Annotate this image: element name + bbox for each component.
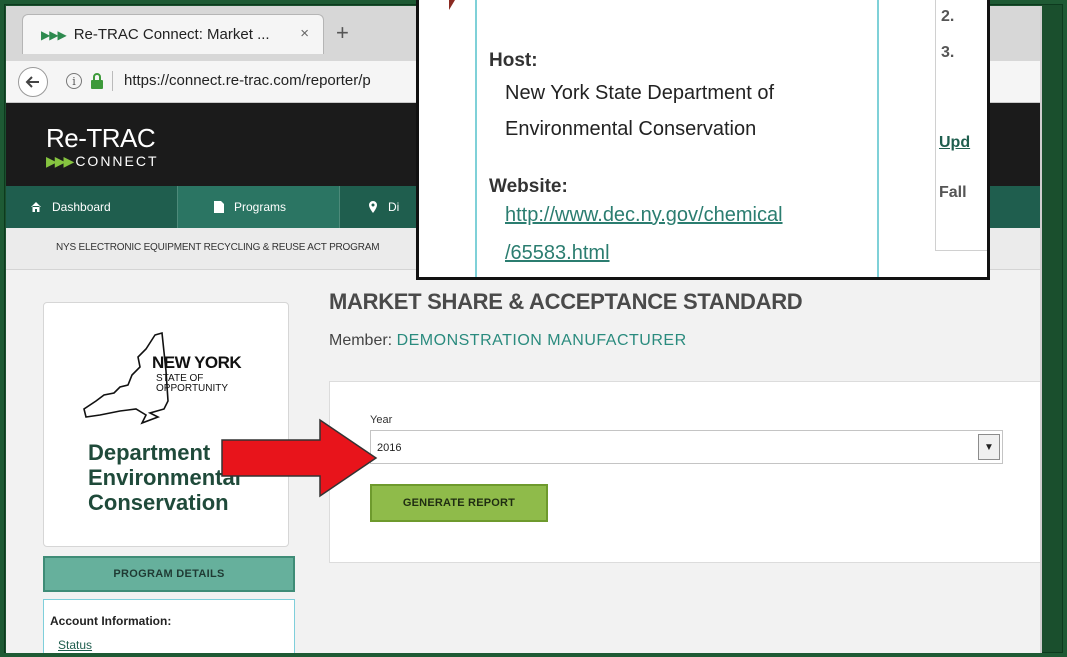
arrow-left-icon [25, 76, 39, 88]
tab-title: Re-TRAC Connect: Market ... [73, 26, 270, 43]
home-icon [31, 202, 41, 212]
logo-sub-text: CONNECT [75, 153, 159, 169]
retrac-favicon-icon: ▶▶▶ [41, 27, 67, 42]
lock-icon [91, 73, 103, 89]
generate-report-button[interactable]: GENERATE REPORT [370, 484, 548, 522]
close-tab-icon[interactable]: × [300, 25, 309, 42]
account-info-card: Account Information: Status [43, 599, 295, 653]
info-icon[interactable]: i [66, 73, 82, 89]
url-input[interactable]: https://connect.re-trac.com/reporter/p [124, 72, 371, 89]
nav-programs-label: Programs [234, 200, 287, 214]
nav-programs[interactable]: Programs [178, 186, 340, 228]
member-value: DEMONSTRATION MANUFACTURER [396, 332, 687, 349]
member-line: Member: DEMONSTRATION MANUFACTURER [329, 332, 687, 350]
host-label: Host: [489, 50, 538, 71]
list-number-3: 3. [941, 44, 955, 61]
website-link-line-1[interactable]: http://www.dec.ny.gov/chemical [505, 204, 783, 227]
program-details-button[interactable]: PROGRAM DETAILS [43, 556, 295, 592]
status-link[interactable]: Status [58, 638, 92, 652]
host-value-line-1: New York State Department of [505, 82, 775, 104]
year-select[interactable]: 2016 ▼ [370, 430, 1003, 464]
page-title: MARKET SHARE & ACCEPTANCE STANDARD [329, 289, 803, 314]
url-separator [112, 71, 113, 91]
updates-link[interactable]: Upd [939, 134, 970, 152]
report-form-card: Year 2016 ▼ GENERATE REPORT [329, 381, 1040, 563]
document-icon [214, 201, 224, 213]
zoom-callout: Host: New York State Department of Envir… [416, 0, 990, 280]
website-link-line-2[interactable]: /65583.html [505, 242, 610, 265]
red-arrow-annotation-icon [221, 418, 378, 498]
website-label: Website: [489, 176, 568, 197]
callout-pointer-icon [449, 0, 455, 10]
location-pin-icon [369, 201, 377, 213]
list-number-2: 2. [941, 8, 955, 25]
callout-right-panel [935, 0, 987, 251]
state-tagline-2: OPPORTUNITY [156, 383, 229, 394]
member-label: Member: [329, 332, 393, 349]
state-name: NEW YORK [152, 353, 242, 372]
new-tab-icon[interactable]: + [336, 20, 349, 46]
site-logo-sub: ▶▶▶ CONNECT [46, 153, 159, 170]
site-logo[interactable]: Re-TRAC [46, 123, 156, 154]
callout-program-info-panel: Host: New York State Department of Envir… [475, 0, 879, 277]
account-info-title: Account Information: [50, 614, 172, 628]
browser-tab[interactable]: ▶▶▶ Re-TRAC Connect: Market ... × [22, 14, 324, 54]
breadcrumb[interactable]: NYS ELECTRONIC EQUIPMENT RECYCLING & REU… [56, 242, 380, 253]
fall-text: Fall [939, 184, 967, 201]
nav-dashboard-label: Dashboard [52, 200, 111, 214]
back-button[interactable] [18, 67, 48, 97]
year-selected-value: 2016 [377, 442, 402, 454]
nav-directory-label: Di [388, 200, 400, 214]
nav-dashboard[interactable]: Dashboard [6, 186, 178, 228]
host-value-line-2: Environmental Conservation [505, 118, 757, 140]
logo-arrows-icon: ▶▶▶ [46, 153, 74, 169]
dropdown-arrow-icon[interactable]: ▼ [978, 434, 1000, 460]
